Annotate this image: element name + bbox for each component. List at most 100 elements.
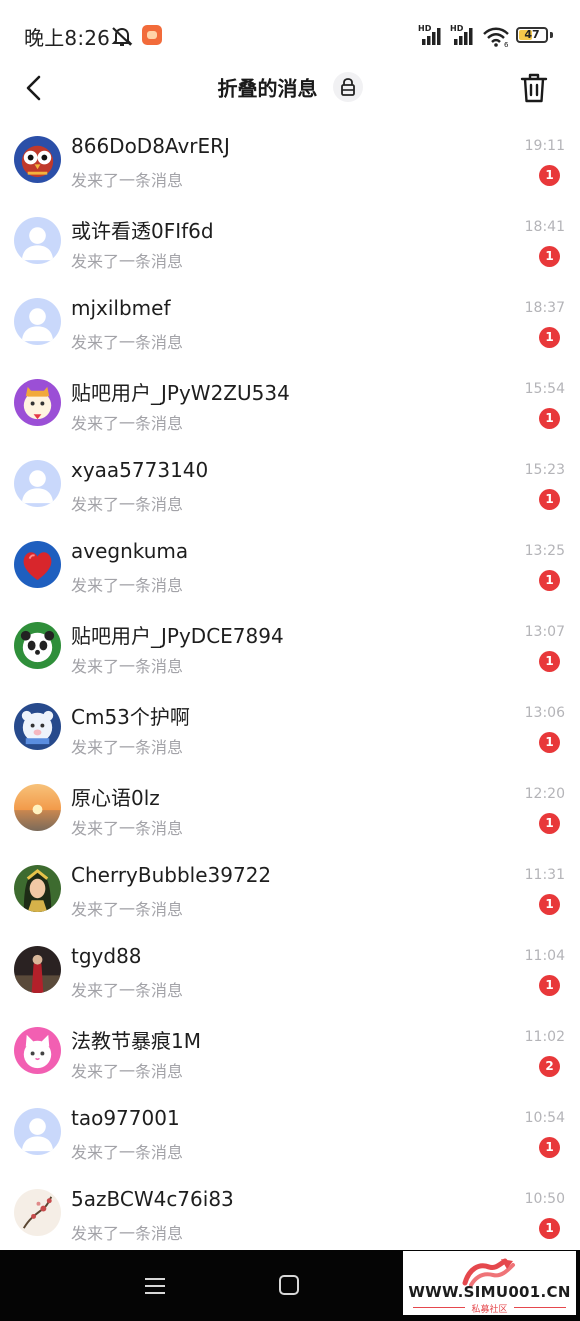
message-preview: 发来了一条消息 xyxy=(71,252,184,271)
message-time: 11:31 xyxy=(524,867,565,883)
conversation-name: 5azBCW4c76i83 xyxy=(71,1187,234,1211)
battery-tip xyxy=(550,32,553,38)
unread-badge: 1 xyxy=(539,165,560,186)
unread-badge: 1 xyxy=(539,732,560,753)
message-preview: 发来了一条消息 xyxy=(71,1143,184,1162)
lock-icon xyxy=(340,78,355,96)
battery-icon: 47 xyxy=(516,27,548,43)
conversation-name: tgyd88 xyxy=(71,944,142,968)
message-time: 11:04 xyxy=(524,948,565,964)
conversation-name: 贴吧用户_JPyDCE7894 xyxy=(71,624,284,648)
conversation-item[interactable]: 866DoD8AvrERJ 发来了一条消息 19:11 1 xyxy=(0,118,580,199)
unread-badge: 1 xyxy=(539,975,560,996)
message-preview: 发来了一条消息 xyxy=(71,819,184,838)
message-time: 15:54 xyxy=(524,381,565,397)
message-preview: 发来了一条消息 xyxy=(71,1062,184,1081)
avatar[interactable] xyxy=(14,1189,61,1236)
home-button[interactable] xyxy=(279,1275,299,1295)
unread-badge: 1 xyxy=(539,408,560,429)
conversation-item[interactable]: Cm53个护啊发来了一条消息 13:06 1 xyxy=(0,685,580,766)
conversation-name: xyaa5773140 xyxy=(71,458,209,482)
conversation-item[interactable]: CherryBubble39722 发来了一条消息 11:31 1 xyxy=(0,847,580,928)
unread-badge: 1 xyxy=(539,651,560,672)
message-preview: 发来了一条消息 xyxy=(71,1224,184,1243)
message-preview: 发来了一条消息 xyxy=(71,171,184,190)
message-time: 18:37 xyxy=(524,300,565,316)
delete-button[interactable] xyxy=(514,68,554,108)
conversation-name: 法教节暴痕1M xyxy=(71,1029,201,1053)
message-preview: 发来了一条消息 xyxy=(71,657,184,676)
unread-badge: 1 xyxy=(539,570,560,591)
conversation-item[interactable]: tao977001 发来了一条消息 10:54 1 xyxy=(0,1090,580,1171)
avatar[interactable] xyxy=(14,946,61,993)
avatar[interactable] xyxy=(14,865,61,912)
conversation-list: 866DoD8AvrERJ 发来了一条消息 19:11 1 或许看透0FIf6d 发来了一… xyxy=(0,118,580,1252)
menu-icon[interactable] xyxy=(144,1276,166,1296)
unread-badge: 1 xyxy=(539,489,560,510)
unread-badge: 1 xyxy=(539,1218,560,1239)
conversation-name: tao977001 xyxy=(71,1106,180,1130)
message-preview: 发来了一条消息 xyxy=(71,981,184,1000)
title-group: 折叠的消息 xyxy=(0,72,580,102)
avatar[interactable] xyxy=(14,379,61,426)
conversation-name: Cm53个护啊 xyxy=(71,705,190,729)
message-preview: 发来了一条消息 xyxy=(71,414,184,433)
conversation-item[interactable]: 原心语0lz 发来了一条消息 12:20 1 xyxy=(0,766,580,847)
unread-badge: 1 xyxy=(539,894,560,915)
unread-badge: 2 xyxy=(539,1056,560,1077)
unread-badge: 1 xyxy=(539,327,560,348)
message-preview: 发来了一条消息 xyxy=(71,495,184,514)
conversation-name: 或许看透0FIf6d xyxy=(71,219,214,243)
conversation-item[interactable]: xyaa5773140 发来了一条消息 15:23 1 xyxy=(0,442,580,523)
message-time: 11:02 xyxy=(524,1029,565,1045)
battery-level: 47 xyxy=(524,28,540,41)
conversation-name: 贴吧用户_JPyW2ZU534 xyxy=(71,381,290,405)
avatar[interactable] xyxy=(14,784,61,831)
message-time: 10:54 xyxy=(524,1110,565,1126)
status-time: 晚上8:26 xyxy=(24,26,111,50)
conversation-item[interactable]: 贴吧用户_JPyDCE7894 发来了一条消息 13:07 1 xyxy=(0,604,580,685)
watermark: WWW.SIMU001.CN 私募社区 xyxy=(403,1251,576,1315)
conversation-item[interactable]: avegnkuma 发来了一条消息 13:25 1 xyxy=(0,523,580,604)
conversation-item[interactable]: mjxilbmef 发来了一条消息 18:37 1 xyxy=(0,280,580,361)
message-preview: 发来了一条消息 xyxy=(71,333,184,352)
message-time: 19:11 xyxy=(524,138,565,154)
message-time: 10:50 xyxy=(524,1191,565,1207)
message-preview: 发来了一条消息 xyxy=(71,738,184,757)
message-time: 13:25 xyxy=(524,543,565,559)
conversation-item[interactable]: tgyd88 发来了一条消息 11:04 1 xyxy=(0,928,580,1009)
lock-button[interactable] xyxy=(332,72,363,102)
mute-icon xyxy=(111,27,133,46)
unread-badge: 1 xyxy=(539,813,560,834)
avatar[interactable] xyxy=(14,298,61,345)
message-time: 13:06 xyxy=(524,705,565,721)
conversation-item[interactable]: 法教节暴痕1M 发来了一条消息 11:02 2 xyxy=(0,1009,580,1090)
conversation-item[interactable]: 5azBCW4c76i83 发来了一条消息 10:50 1 xyxy=(0,1171,580,1252)
avatar[interactable] xyxy=(14,1027,61,1074)
avatar[interactable] xyxy=(14,622,61,669)
signal-icon-2 xyxy=(454,28,473,45)
message-time: 13:07 xyxy=(524,624,565,640)
avatar[interactable] xyxy=(14,541,61,588)
unread-badge: 1 xyxy=(539,1137,560,1158)
message-time: 15:23 xyxy=(524,462,565,478)
wifi-icon: 6 xyxy=(483,27,509,48)
avatar[interactable] xyxy=(14,136,61,183)
conversation-name: CherryBubble39722 xyxy=(71,863,272,887)
conversation-name: avegnkuma xyxy=(71,539,189,563)
watermark-subtitle: 私募社区 xyxy=(471,1305,508,1315)
signal-icon-1 xyxy=(422,28,441,45)
message-time: 18:41 xyxy=(524,219,565,235)
avatar[interactable] xyxy=(14,703,61,750)
watermark-line-right xyxy=(514,1307,566,1308)
avatar[interactable] xyxy=(14,460,61,507)
conversation-item[interactable]: 贴吧用户_JPyW2ZU534 发来了一条消息 15:54 1 xyxy=(0,361,580,442)
conversation-name: 866DoD8AvrERJ xyxy=(71,134,230,158)
page-title: 折叠的消息 xyxy=(217,76,318,101)
conversation-item[interactable]: 或许看透0FIf6d 发来了一条消息 18:41 1 xyxy=(0,199,580,280)
watermark-url: WWW.SIMU001.CN xyxy=(408,1283,571,1301)
avatar[interactable] xyxy=(14,217,61,264)
avatar[interactable] xyxy=(14,1108,61,1155)
header-bar: 折叠的消息 xyxy=(0,60,580,114)
message-preview: 发来了一条消息 xyxy=(71,900,184,919)
